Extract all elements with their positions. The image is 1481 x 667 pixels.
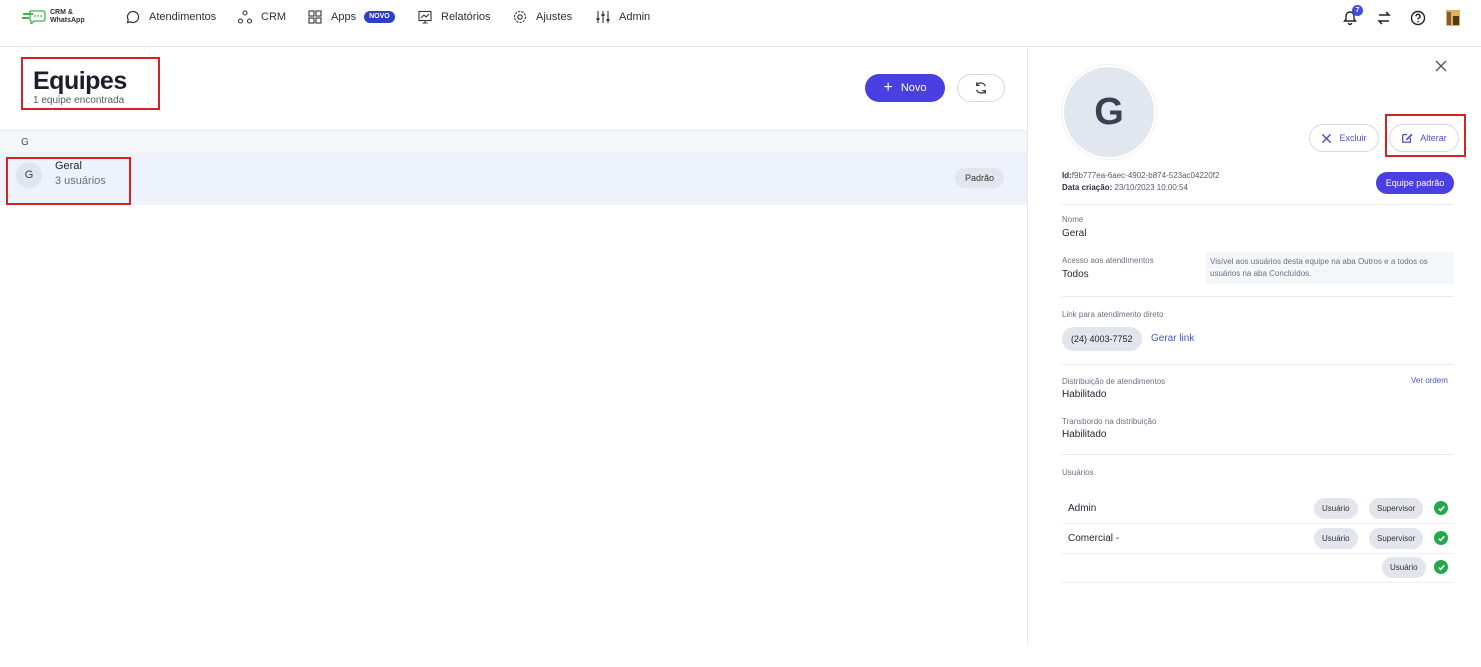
- edit-pencil-icon: [1402, 133, 1413, 143]
- access-label: Acesso aos atendimentos: [1062, 256, 1154, 265]
- swap-arrows-icon: [1377, 11, 1391, 25]
- group-header: G: [0, 130, 1027, 152]
- role-chip: Usuário: [1382, 557, 1426, 578]
- name-value: Geral: [1062, 228, 1087, 239]
- distribution-label: Distribuição de atendimentos: [1062, 377, 1166, 386]
- distribution-value: Habilitado: [1062, 389, 1107, 400]
- team-meta: Id:f9b777ea-6aec-4902-b874-523ac04220f2 …: [1062, 170, 1219, 194]
- view-order-link[interactable]: Ver ordem: [1411, 376, 1448, 385]
- teams-list-panel: Equipes 1 equipe encontrada + Novo G G G…: [0, 48, 1027, 648]
- user-avatar[interactable]: [1444, 9, 1462, 27]
- edit-button[interactable]: Alterar: [1389, 124, 1459, 152]
- apps-grid-icon: [308, 10, 322, 24]
- refresh-button[interactable]: [957, 74, 1005, 102]
- default-team-button[interactable]: Equipe padrão: [1376, 172, 1454, 194]
- nav-ajustes[interactable]: Ajustes: [512, 9, 572, 25]
- id-label: Id:: [1062, 171, 1072, 180]
- plus-icon: +: [883, 79, 893, 96]
- switch-button[interactable]: [1375, 9, 1393, 27]
- app-logo[interactable]: CRM & WhatsApp: [22, 9, 85, 26]
- divider: [1062, 454, 1454, 455]
- check-icon: [1434, 531, 1448, 545]
- team-avatar: G: [16, 162, 42, 188]
- created-label: Data criação:: [1062, 183, 1113, 192]
- edit-button-label: Alterar: [1420, 133, 1447, 143]
- team-user-count: 3 usuários: [55, 175, 106, 187]
- nav-admin[interactable]: Admin: [595, 9, 650, 25]
- user-row[interactable]: Admin Usuário Supervisor: [1062, 494, 1454, 524]
- access-note: Visível aos usuários desta equipe na aba…: [1206, 252, 1454, 284]
- new-team-button[interactable]: + Novo: [865, 74, 945, 102]
- notifications-button[interactable]: 7: [1341, 5, 1363, 27]
- user-row[interactable]: Comercial - Usuário Supervisor: [1062, 524, 1454, 554]
- generate-link[interactable]: Gerar link: [1151, 333, 1194, 344]
- report-chart-icon: [418, 10, 432, 24]
- phone-chip: (24) 4003-7752: [1062, 327, 1142, 351]
- nav-atendimentos-label: Atendimentos: [149, 11, 217, 23]
- user-row[interactable]: Usuário: [1062, 553, 1454, 583]
- role-chip: Usuário: [1314, 528, 1358, 549]
- default-badge: Padrão: [955, 168, 1005, 188]
- team-id: f9b777ea-6aec-4902-b874-523ac04220f2: [1071, 171, 1220, 180]
- link-label: Link para atendimento direto: [1062, 310, 1164, 319]
- divider: [1062, 296, 1454, 297]
- notification-count: 7: [1352, 5, 1363, 16]
- role-chip: Usuário: [1314, 498, 1358, 519]
- check-icon: [1434, 501, 1448, 515]
- user-name: Admin: [1068, 503, 1097, 514]
- nav-crm[interactable]: CRM: [237, 9, 286, 25]
- check-icon: [1434, 560, 1448, 574]
- name-label: Nome: [1062, 215, 1084, 224]
- nav-admin-label: Admin: [619, 11, 651, 23]
- access-value: Todos: [1062, 269, 1089, 280]
- role-chip: Supervisor: [1369, 528, 1424, 549]
- team-name: Geral: [55, 160, 82, 172]
- nav-relatorios-label: Relatórios: [441, 11, 491, 23]
- close-icon: [1322, 133, 1332, 143]
- nav-atendimentos[interactable]: Atendimentos: [125, 9, 216, 25]
- users-label: Usuários: [1062, 468, 1094, 477]
- new-team-button-label: Novo: [900, 82, 927, 94]
- team-detail-panel: G Excluir Alterar Id:f9b777ea-6aec-4902-…: [1027, 48, 1481, 644]
- nav-apps-label: Apps: [331, 11, 357, 23]
- divider: [1062, 364, 1454, 365]
- gear-icon: [513, 10, 527, 24]
- avatar-icon: [1446, 10, 1460, 26]
- close-icon[interactable]: [1433, 58, 1449, 74]
- page-subtitle: 1 equipe encontrada: [33, 95, 125, 106]
- title-highlight: Equipes 1 equipe encontrada: [21, 57, 160, 110]
- overflow-value: Habilitado: [1062, 429, 1107, 440]
- help-button[interactable]: [1409, 9, 1427, 27]
- page-title: Equipes: [33, 67, 127, 95]
- nav-ajustes-label: Ajustes: [536, 11, 573, 23]
- logo-icon: [22, 10, 46, 26]
- top-navigation: CRM & WhatsApp Atendimentos CRM Apps NOV…: [0, 0, 1481, 47]
- new-badge: NOVO: [364, 11, 395, 23]
- nav-apps[interactable]: Apps NOVO: [307, 9, 395, 25]
- nav-crm-label: CRM: [261, 11, 287, 23]
- refresh-icon: [975, 82, 987, 94]
- nav-relatorios[interactable]: Relatórios: [417, 9, 491, 25]
- logo-text: CRM & WhatsApp: [50, 9, 85, 24]
- sliders-icon: [596, 11, 610, 23]
- help-circle-icon: [1410, 10, 1426, 26]
- overflow-label: Transbordo na distribuição: [1062, 417, 1157, 426]
- divider: [1062, 204, 1454, 205]
- delete-button[interactable]: Excluir: [1309, 124, 1379, 152]
- crm-nodes-icon: [237, 10, 253, 24]
- user-name: Comercial -: [1068, 533, 1120, 544]
- created-date: 23/10/2023 10:00:54: [1114, 183, 1188, 192]
- role-chip: Supervisor: [1369, 498, 1424, 519]
- delete-button-label: Excluir: [1339, 133, 1367, 143]
- chat-icon: [126, 10, 140, 24]
- team-row[interactable]: G Geral 3 usuários Padrão: [0, 152, 1027, 205]
- team-large-avatar: G: [1062, 65, 1156, 159]
